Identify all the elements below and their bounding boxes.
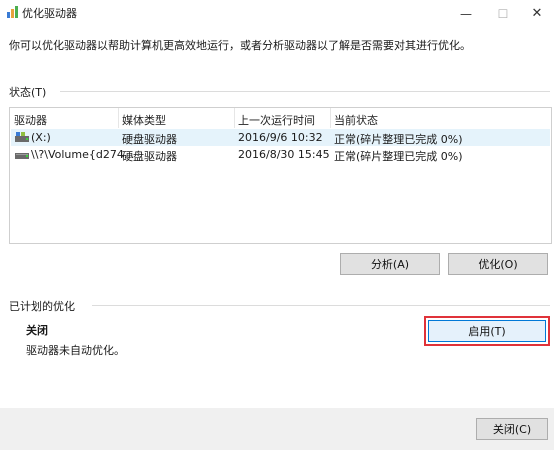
close-button[interactable]: 关闭(C) [476, 418, 548, 440]
drive-icon [15, 153, 29, 159]
scheduled-label: 已计划的优化 [9, 300, 75, 313]
column-separator[interactable] [234, 108, 235, 128]
scheduled-divider [92, 305, 550, 306]
list-header: 驱动器 媒体类型 上一次运行时间 当前状态 [10, 108, 551, 128]
cell-media: 硬盘驱动器 [122, 133, 177, 146]
column-header-status[interactable]: 当前状态 [334, 112, 378, 128]
cell-media: 硬盘驱动器 [122, 150, 177, 163]
enable-button[interactable]: 启用(T) [428, 320, 546, 342]
footer-bar: 关闭(C) [0, 408, 554, 450]
optimize-drives-icon [7, 6, 18, 18]
column-header-last-run[interactable]: 上一次运行时间 [238, 112, 315, 128]
status-label: 状态(T) [9, 86, 47, 99]
cell-status: 正常(碎片整理已完成 0%) [334, 133, 463, 146]
close-window-button[interactable]: ✕ [517, 0, 554, 28]
cell-last-run: 2016/8/30 15:45 [238, 148, 330, 161]
cell-drive: \\?\Volume{d274... [31, 148, 135, 161]
column-separator[interactable] [330, 108, 331, 128]
cell-status: 正常(碎片整理已完成 0%) [334, 150, 463, 163]
table-row[interactable]: (X:) 硬盘驱动器 2016/9/6 10:32 正常(碎片整理已完成 0%) [11, 129, 550, 146]
scheduled-state: 关闭 [26, 324, 48, 337]
description-text: 你可以优化驱动器以帮助计算机更高效地运行，或者分析驱动器以了解是否需要对其进行优… [9, 39, 471, 52]
analyze-button[interactable]: 分析(A) [340, 253, 440, 275]
drive-icon [15, 132, 29, 142]
drive-list[interactable]: 驱动器 媒体类型 上一次运行时间 当前状态 (X:) 硬盘驱动器 2016/9/… [9, 107, 552, 244]
column-header-media[interactable]: 媒体类型 [122, 112, 166, 128]
table-row[interactable]: \\?\Volume{d274... 硬盘驱动器 2016/8/30 15:45… [11, 146, 550, 163]
cell-drive: (X:) [31, 131, 51, 144]
status-divider [60, 91, 550, 92]
scheduled-note: 驱动器未自动优化。 [26, 344, 125, 357]
cell-last-run: 2016/9/6 10:32 [238, 131, 323, 144]
optimize-button[interactable]: 优化(O) [448, 253, 548, 275]
minimize-button[interactable]: — [446, 0, 486, 28]
window-title: 优化驱动器 [22, 7, 77, 20]
column-header-drive[interactable]: 驱动器 [14, 112, 47, 128]
title-bar: 优化驱动器 — ☐ ✕ [0, 0, 554, 28]
column-separator[interactable] [118, 108, 119, 128]
